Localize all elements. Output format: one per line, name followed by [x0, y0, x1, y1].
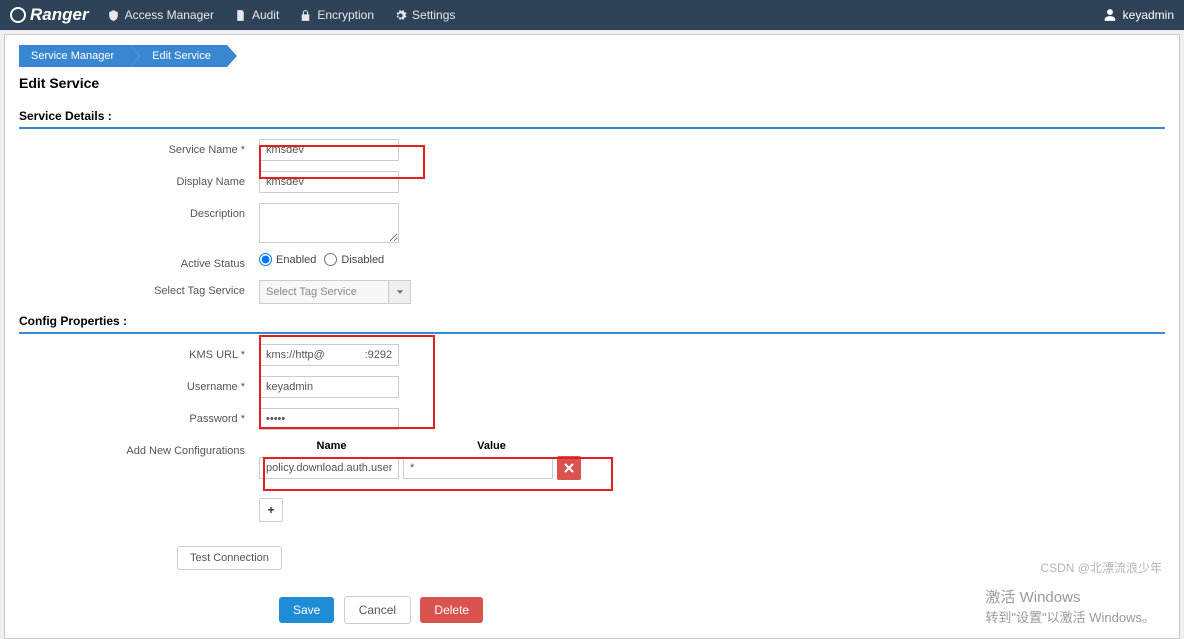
password-input[interactable] — [259, 408, 399, 430]
close-icon — [564, 463, 574, 473]
section-service-details: Service Details : — [19, 109, 1165, 123]
shield-icon — [107, 9, 120, 22]
delete-button[interactable]: Delete — [420, 597, 483, 623]
page-title: Edit Service — [19, 75, 1165, 91]
config-row — [259, 456, 581, 480]
col-value: Value — [404, 440, 579, 452]
label-add-new-config: Add New Configurations — [27, 440, 259, 457]
col-name: Name — [259, 440, 404, 452]
select-tag-service[interactable]: Select Tag Service — [259, 280, 389, 304]
radio-enabled[interactable] — [259, 253, 272, 266]
delete-config-button[interactable] — [557, 456, 581, 480]
brand-logo[interactable]: Ranger — [10, 5, 89, 25]
label-display-name: Display Name — [27, 171, 259, 188]
label-service-name: Service Name * — [27, 139, 259, 156]
lock-icon — [299, 9, 312, 22]
nav-label: Encryption — [317, 8, 374, 22]
test-connection-button[interactable]: Test Connection — [177, 546, 282, 570]
nav-label: Access Manager — [125, 8, 214, 22]
label-select-tag: Select Tag Service — [27, 280, 259, 297]
nav-encryption[interactable]: Encryption — [299, 8, 374, 22]
save-button[interactable]: Save — [279, 597, 334, 623]
user-icon — [1103, 8, 1117, 22]
radio-disabled-text: Disabled — [341, 254, 384, 266]
brand-text: Ranger — [30, 5, 89, 25]
divider — [19, 127, 1165, 129]
label-kms-url: KMS URL * — [27, 344, 259, 361]
label-active-status: Active Status — [27, 253, 259, 270]
display-name-input[interactable] — [259, 171, 399, 193]
breadcrumb-service-manager[interactable]: Service Manager — [19, 45, 130, 67]
radio-disabled[interactable] — [324, 253, 337, 266]
label-password: Password * — [27, 408, 259, 425]
nav-label: Settings — [412, 8, 455, 22]
service-name-input[interactable] — [259, 139, 399, 161]
gear-icon — [394, 9, 407, 22]
radio-enabled-text: Enabled — [276, 254, 316, 266]
config-name-input[interactable] — [259, 457, 399, 479]
breadcrumb: Service Manager Edit Service — [19, 45, 1165, 67]
cancel-button[interactable]: Cancel — [344, 596, 411, 624]
user-menu[interactable]: keyadmin — [1103, 8, 1174, 22]
nav-label: Audit — [252, 8, 279, 22]
config-value-input[interactable] — [403, 457, 553, 479]
divider — [19, 332, 1165, 334]
chevron-down-icon — [396, 288, 404, 296]
user-name: keyadmin — [1123, 8, 1174, 22]
breadcrumb-edit-service[interactable]: Edit Service — [130, 45, 227, 67]
section-config-properties: Config Properties : — [19, 314, 1165, 328]
add-config-button[interactable]: + — [259, 498, 283, 522]
label-username: Username * — [27, 376, 259, 393]
kms-url-input[interactable] — [259, 344, 399, 366]
nav-access-manager[interactable]: Access Manager — [107, 8, 214, 22]
username-input[interactable] — [259, 376, 399, 398]
nav-settings[interactable]: Settings — [394, 8, 455, 22]
nav-audit[interactable]: Audit — [234, 8, 279, 22]
radio-disabled-label[interactable]: Disabled — [324, 253, 384, 266]
csdn-watermark: CSDN @北漂流浪少年 — [1040, 559, 1162, 576]
description-input[interactable] — [259, 203, 399, 243]
select-tag-dropdown-button[interactable] — [389, 280, 411, 304]
ranger-icon — [10, 7, 26, 23]
document-icon — [234, 9, 247, 22]
label-description: Description — [27, 203, 259, 220]
radio-enabled-label[interactable]: Enabled — [259, 253, 316, 266]
